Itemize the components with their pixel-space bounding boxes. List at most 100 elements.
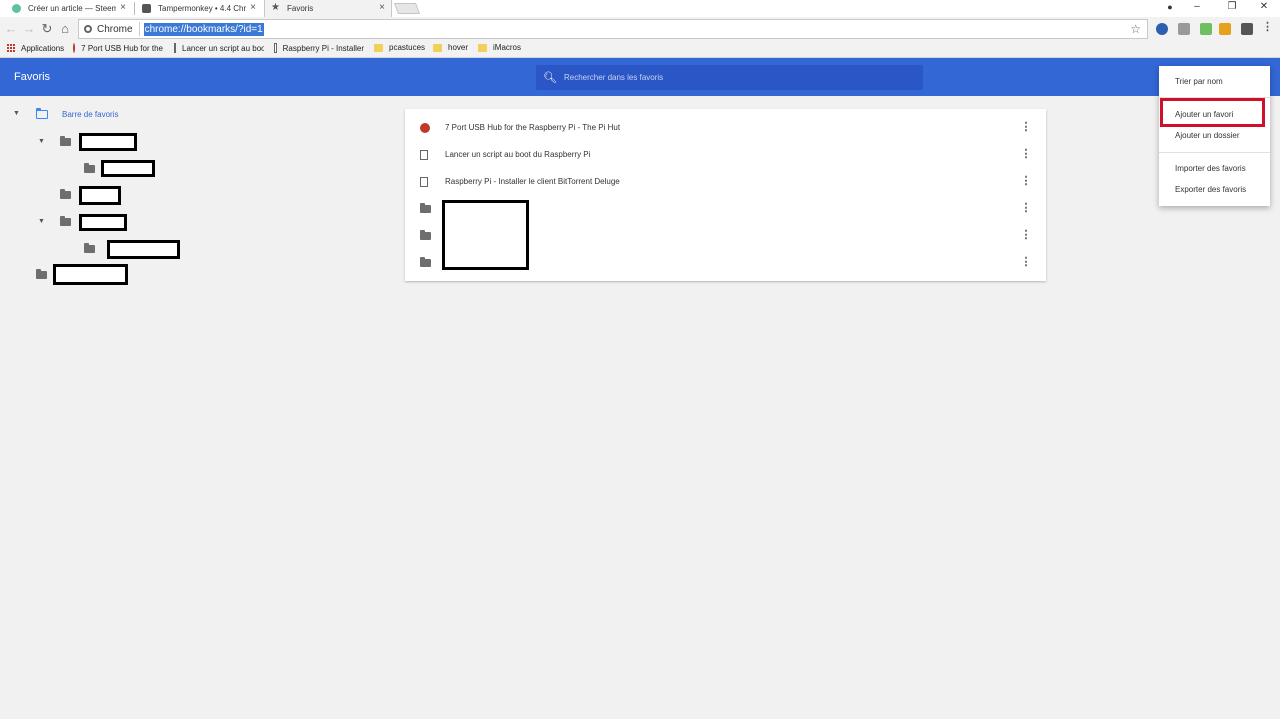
list-item-title: Lancer un script au boot du Raspberry Pi	[445, 150, 591, 159]
tab-tampermonkey[interactable]: Tampermonkey • 4.4 Chrome ×	[136, 0, 262, 17]
tab-strip: Créer un article — Steemit × Tampermonke…	[0, 0, 1280, 17]
site-label: Chrome	[97, 23, 133, 35]
extension-icon[interactable]	[1241, 23, 1253, 35]
extension-icon[interactable]	[1219, 23, 1231, 35]
extension-icon[interactable]	[1200, 23, 1212, 35]
page-icon	[174, 43, 176, 53]
bookmark-folder-imacros[interactable]: iMacros	[478, 43, 521, 52]
apps-icon	[6, 43, 15, 53]
menu-item-sort[interactable]: Trier par nom	[1159, 71, 1270, 91]
minimize-button[interactable]: –	[1187, 0, 1207, 14]
folder-open-icon	[36, 107, 48, 119]
list-item[interactable]: Raspberry Pi - Installer le client BitTo…	[405, 168, 1046, 195]
bookmark-folder-hover[interactable]: hover	[433, 43, 468, 52]
close-icon[interactable]: ×	[120, 2, 126, 13]
home-button[interactable]: ⌂	[57, 21, 73, 37]
menu-item-export[interactable]: Exporter des favoris	[1159, 179, 1270, 199]
pi-icon	[73, 43, 76, 53]
list-item[interactable]: Lancer un script au boot du Raspberry Pi…	[405, 141, 1046, 168]
forward-button[interactable]: →	[21, 21, 37, 37]
folder-icon	[478, 43, 487, 52]
tree-label: Barre de favoris	[62, 109, 119, 119]
close-icon[interactable]: ×	[250, 2, 256, 13]
page-title: Favoris	[14, 71, 51, 83]
bookmark-label: hover	[448, 43, 469, 52]
organize-menu: Trier par nom Ajouter un favori Ajouter …	[1159, 66, 1270, 206]
more-options-icon[interactable]: ⋮	[1019, 148, 1033, 161]
bookmark-label: pcastuces	[389, 43, 426, 52]
new-tab-button[interactable]	[393, 3, 421, 14]
expand-arrow-icon[interactable]: ▼	[38, 218, 45, 225]
redacted-folder-name[interactable]	[79, 133, 137, 151]
steemit-icon	[12, 4, 21, 13]
more-options-icon[interactable]: ⋮	[1019, 229, 1033, 242]
more-options-icon[interactable]: ⋮	[1019, 121, 1033, 134]
bookmarks-bar: Applications 7 Port USB Hub for the Lanc…	[0, 41, 1280, 58]
bookmark-folder-pcastuces[interactable]: pcastuces	[374, 43, 425, 52]
more-options-icon[interactable]: ⋮	[1019, 175, 1033, 188]
bookmark-applications[interactable]: Applications	[6, 43, 64, 53]
folder-icon	[374, 43, 383, 52]
expand-arrow-icon[interactable]: ▼	[38, 138, 45, 145]
bookmark-pihut[interactable]: 7 Port USB Hub for the	[73, 43, 163, 53]
restore-button[interactable]: ❐	[1222, 0, 1242, 14]
menu-divider	[1159, 152, 1270, 153]
redacted-folder-name[interactable]	[79, 214, 127, 231]
tree-item-root[interactable]: ▼ Barre de favoris	[13, 106, 118, 122]
redacted-folder-name[interactable]	[101, 160, 155, 177]
search-input[interactable]: Rechercher dans les favoris	[564, 73, 663, 82]
redacted-folder-name[interactable]	[107, 240, 180, 259]
tab-favoris[interactable]: ★ Favoris ×	[264, 0, 392, 17]
browser-toolbar: ← → ↻ ⌂ Chrome chrome://bookmarks/?id=1 …	[0, 17, 1280, 41]
folder-icon	[420, 257, 431, 267]
extension-icon[interactable]	[1156, 23, 1168, 35]
search-box[interactable]: 🔍︎ Rechercher dans les favoris	[536, 65, 923, 90]
page-icon	[420, 150, 428, 160]
search-icon: 🔍︎	[543, 72, 557, 84]
bookmark-label: iMacros	[493, 43, 522, 52]
tab-title: Créer un article — Steemit	[28, 4, 116, 13]
bookmark-deluge[interactable]: Raspberry Pi - Installer	[274, 43, 364, 53]
expand-arrow-icon[interactable]: ▼	[13, 110, 20, 117]
list-item[interactable]: 7 Port USB Hub for the Raspberry Pi - Th…	[405, 114, 1046, 141]
reload-button[interactable]: ↻	[39, 21, 55, 37]
close-window-button[interactable]: ✕	[1254, 0, 1274, 14]
tab-title: Favoris	[287, 4, 314, 13]
list-item-title: 7 Port USB Hub for the Raspberry Pi - Th…	[445, 123, 621, 132]
bookmark-list: 7 Port USB Hub for the Raspberry Pi - Th…	[405, 109, 1046, 281]
more-options-icon[interactable]: ⋮	[1019, 256, 1033, 269]
folder-icon	[420, 203, 431, 213]
menu-item-add-folder[interactable]: Ajouter un dossier	[1159, 125, 1270, 145]
list-item-title: Raspberry Pi - Installer le client BitTo…	[445, 177, 620, 186]
app-header: Favoris 🔍︎ Rechercher dans les favoris	[0, 58, 1280, 96]
bookmark-script[interactable]: Lancer un script au boot	[174, 43, 264, 53]
back-button[interactable]: ←	[3, 21, 19, 37]
page-icon	[274, 43, 277, 53]
folder-icon	[420, 230, 431, 240]
folder-icon	[84, 163, 95, 173]
tab-divider	[134, 2, 135, 15]
pi-icon	[420, 123, 430, 133]
bookmark-star-icon[interactable]: ☆	[1130, 22, 1141, 36]
bookmark-label: Lancer un script au boot	[182, 43, 264, 53]
address-bar[interactable]: Chrome chrome://bookmarks/?id=1 ☆	[78, 19, 1148, 39]
folder-icon	[60, 189, 71, 199]
extension-icon[interactable]	[1178, 23, 1190, 35]
redacted-folder-name[interactable]	[53, 264, 128, 285]
chrome-menu-icon[interactable]: ⋮	[1262, 20, 1273, 33]
more-options-icon[interactable]: ⋮	[1019, 202, 1033, 215]
close-icon[interactable]: ×	[379, 2, 385, 13]
url-text[interactable]: chrome://bookmarks/?id=1	[143, 22, 264, 36]
tab-steemit[interactable]: Créer un article — Steemit ×	[6, 0, 132, 17]
profile-icon[interactable]: ●	[1160, 0, 1180, 14]
menu-item-import[interactable]: Importer des favoris	[1159, 158, 1270, 178]
chrome-icon	[84, 25, 92, 33]
site-info[interactable]: Chrome	[79, 22, 140, 36]
star-icon: ★	[271, 2, 280, 13]
tampermonkey-icon	[142, 4, 151, 13]
bookmark-label: Applications	[21, 43, 65, 53]
page-icon	[420, 177, 428, 187]
redacted-folder-name[interactable]	[79, 186, 121, 205]
folder-icon	[60, 136, 71, 146]
redacted-folder-names	[442, 200, 529, 270]
